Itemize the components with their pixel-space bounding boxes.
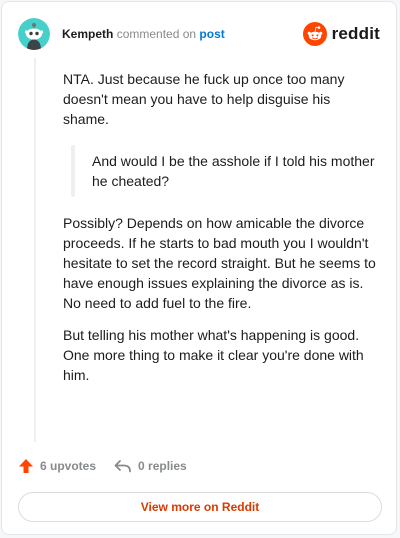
quote-text: And would I be the asshole if I told his… xyxy=(92,153,375,189)
comment-paragraph-1: NTA. Just because he fuck up once too ma… xyxy=(63,71,345,127)
comment-body: NTA. Just because he fuck up once too ma… xyxy=(63,69,376,397)
quote-bar xyxy=(71,145,75,197)
upvote-count: 6 upvotes xyxy=(40,459,97,473)
upvote-arrow-icon xyxy=(19,459,33,473)
avatar[interactable] xyxy=(18,18,50,50)
reddit-logo-icon xyxy=(302,22,327,46)
comment-paragraph-2: Possibly? Depends on how amicable the di… xyxy=(63,215,376,311)
comment-embed-card: Kempeth commented on post reddit NTA. Ju… xyxy=(1,1,397,535)
post-link[interactable]: post xyxy=(199,27,224,41)
reddit-wordmark: reddit xyxy=(331,24,380,43)
thread-line xyxy=(34,58,36,442)
snoo-avatar-icon xyxy=(18,18,50,50)
blockquote: And would I be the asshole if I told his… xyxy=(71,145,376,197)
action-text: commented on xyxy=(116,27,197,41)
upvote-button[interactable]: 6 upvotes xyxy=(18,458,96,474)
comment-header: Kempeth commented on post reddit xyxy=(18,18,380,50)
author-name[interactable]: Kempeth xyxy=(62,27,113,41)
comment-paragraph-3: But telling his mother what's happening … xyxy=(63,327,364,383)
replies-button[interactable]: 0 replies xyxy=(114,458,187,474)
reddit-brand[interactable]: reddit xyxy=(302,22,380,46)
view-more-on-reddit-button[interactable]: View more on Reddit xyxy=(18,492,382,522)
reply-arrow-icon xyxy=(114,460,131,473)
replies-count: 0 replies xyxy=(138,459,187,473)
comment-footer: 6 upvotes 0 replies xyxy=(18,456,205,476)
comment-meta: Kempeth commented on post xyxy=(62,26,225,42)
